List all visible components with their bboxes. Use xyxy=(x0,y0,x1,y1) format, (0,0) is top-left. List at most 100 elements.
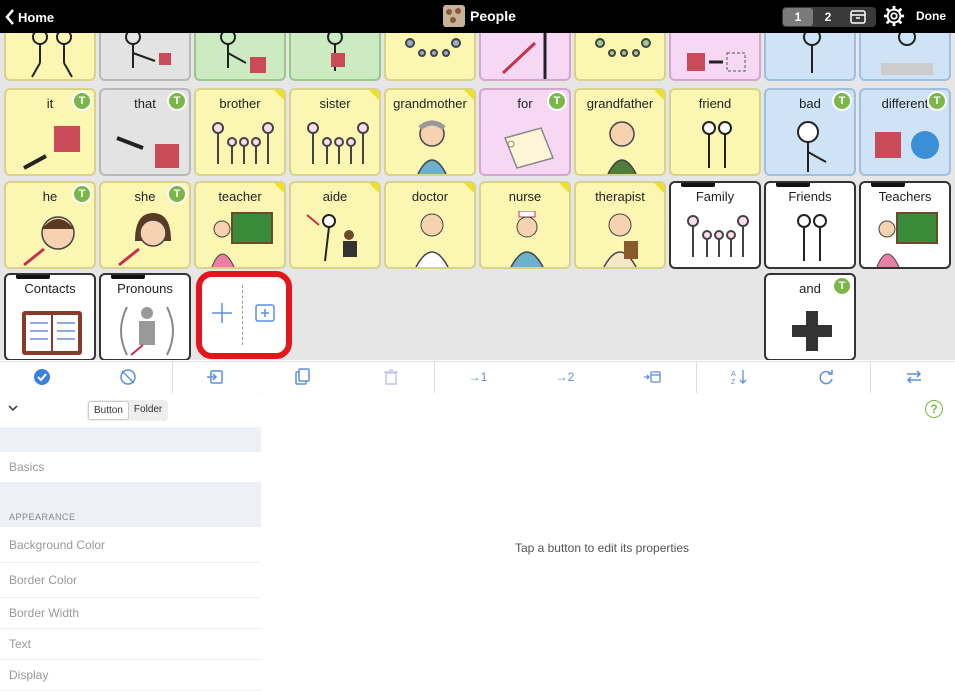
grid-button-it[interactable]: it T xyxy=(4,88,96,176)
folder-friends[interactable]: Friends xyxy=(764,181,856,269)
sort-az-icon: AZ xyxy=(731,370,747,386)
grid-button-different[interactable]: different T xyxy=(859,88,951,176)
copy-button[interactable] xyxy=(291,366,315,388)
nurse-picture-icon xyxy=(510,211,544,267)
t-badge: T xyxy=(927,91,947,111)
grid-button[interactable] xyxy=(859,33,951,81)
family-picture-icon xyxy=(405,38,461,57)
segment-folder[interactable]: Folder xyxy=(129,401,167,420)
button-label: grandfather xyxy=(586,96,654,111)
grid-button-grandmother[interactable]: grandmother xyxy=(384,88,476,176)
button-label: Friends xyxy=(788,189,832,204)
arrow-right-icon: → xyxy=(555,370,568,384)
grid-button[interactable] xyxy=(574,33,666,81)
button-label: aide xyxy=(322,189,348,204)
friends-picture-icon xyxy=(797,214,827,261)
grid-button-grandfather[interactable]: grandfather xyxy=(574,88,666,176)
grid-button-therapist[interactable]: therapist xyxy=(574,181,666,269)
point-at-square-icon xyxy=(23,126,80,170)
properties-panel: Button Folder Basics APPEARANCE Backgrou… xyxy=(0,393,261,691)
page-1-button[interactable]: 1 xyxy=(783,8,813,26)
grid-button[interactable] xyxy=(669,33,761,81)
t-badge: T xyxy=(832,91,852,111)
home-button[interactable]: Home xyxy=(4,7,54,27)
therapist-picture-icon xyxy=(603,213,638,267)
grid-button-aide[interactable]: aide xyxy=(289,181,381,269)
grid-button[interactable] xyxy=(99,33,191,81)
plus-icon xyxy=(792,311,832,351)
folder-contacts[interactable]: Contacts xyxy=(4,273,96,360)
grid-button[interactable] xyxy=(194,33,286,81)
select-all-button[interactable] xyxy=(30,366,54,388)
grid-button-she[interactable]: she T xyxy=(99,181,191,269)
teacher-picture-icon xyxy=(211,212,273,267)
segment-button[interactable]: Button xyxy=(88,401,129,420)
add-folder-icon[interactable] xyxy=(253,301,277,325)
move-to-archive-button[interactable] xyxy=(640,366,664,388)
folder-teachers[interactable]: Teachers xyxy=(859,181,951,269)
button-label: brother xyxy=(219,96,261,111)
move-into-folder-button[interactable] xyxy=(203,366,227,388)
row-border-width[interactable]: Border Width xyxy=(0,598,261,629)
grid-button-he[interactable]: he T xyxy=(4,181,96,269)
grid-button-nurse[interactable]: nurse xyxy=(479,181,571,269)
move-to-page-1-button[interactable]: → 1 xyxy=(466,366,490,388)
delete-button[interactable] xyxy=(379,366,403,388)
row-text[interactable]: Text xyxy=(0,629,261,660)
folder-corner xyxy=(274,90,284,100)
family-picture-icon xyxy=(595,38,651,57)
grid-button-friend[interactable]: friend xyxy=(669,88,761,176)
row-background-color[interactable]: Background Color xyxy=(0,527,261,563)
refresh-button[interactable] xyxy=(814,366,838,388)
folder-corner xyxy=(369,90,379,100)
folder-tab xyxy=(776,183,810,187)
grid-button-and[interactable]: and T xyxy=(764,273,856,360)
refresh-icon xyxy=(819,370,833,385)
t-badge: T xyxy=(72,91,92,111)
symbol-grid: it T that T brother sister grandmother f… xyxy=(0,33,955,360)
teacher-picture-icon xyxy=(876,212,938,267)
boy-face-icon xyxy=(23,216,75,267)
grid-button[interactable] xyxy=(479,33,571,81)
grid-button[interactable] xyxy=(384,33,476,81)
grid-button-bad[interactable]: bad T xyxy=(764,88,856,176)
grid-button-teacher[interactable]: teacher xyxy=(194,181,286,269)
point-at-square-icon xyxy=(116,136,179,168)
row-border-color[interactable]: Border Color xyxy=(0,563,261,598)
top-bar: Home People 1 2 Done xyxy=(0,0,955,33)
no-select-icon xyxy=(120,369,136,385)
row-basics[interactable]: Basics xyxy=(0,452,261,483)
grid-button-brother[interactable]: brother xyxy=(194,88,286,176)
pointing-picture-icon xyxy=(220,33,266,73)
swap-button[interactable] xyxy=(902,366,926,388)
row-display[interactable]: Display xyxy=(0,660,261,691)
t-badge: T xyxy=(167,91,187,111)
grid-button[interactable] xyxy=(289,33,381,81)
square-to-square-picture-icon xyxy=(687,52,746,72)
folder-family[interactable]: Family xyxy=(669,181,761,269)
deselect-button[interactable] xyxy=(116,366,140,388)
grid-button-sister[interactable]: sister xyxy=(289,88,381,176)
pointing-picture-icon xyxy=(125,33,171,68)
add-button-icon[interactable] xyxy=(210,301,234,325)
grid-button-for[interactable]: for T xyxy=(479,88,571,176)
board-title: People xyxy=(443,5,516,27)
button-label: Teachers xyxy=(878,189,932,204)
help-icon[interactable]: ? xyxy=(925,400,943,418)
page-2-button[interactable]: 2 xyxy=(813,8,843,26)
sort-button[interactable]: AZ xyxy=(727,366,751,388)
grid-button-that[interactable]: that T xyxy=(99,88,191,176)
move-to-page-2-button[interactable]: → 2 xyxy=(553,366,577,388)
folder-pronouns[interactable]: Pronouns xyxy=(99,273,191,360)
archive-button[interactable] xyxy=(843,8,873,26)
grid-button-doctor[interactable]: doctor xyxy=(384,181,476,269)
address-book-icon xyxy=(22,311,82,355)
grid-button[interactable] xyxy=(764,33,856,81)
done-button[interactable]: Done xyxy=(916,9,946,23)
move-in-icon xyxy=(207,370,223,384)
grid-button[interactable] xyxy=(4,33,96,81)
gear-icon[interactable] xyxy=(883,5,905,27)
page-toggle[interactable]: 1 2 xyxy=(782,7,876,27)
folder-tab xyxy=(871,183,905,187)
chevron-down-icon[interactable] xyxy=(6,401,20,415)
